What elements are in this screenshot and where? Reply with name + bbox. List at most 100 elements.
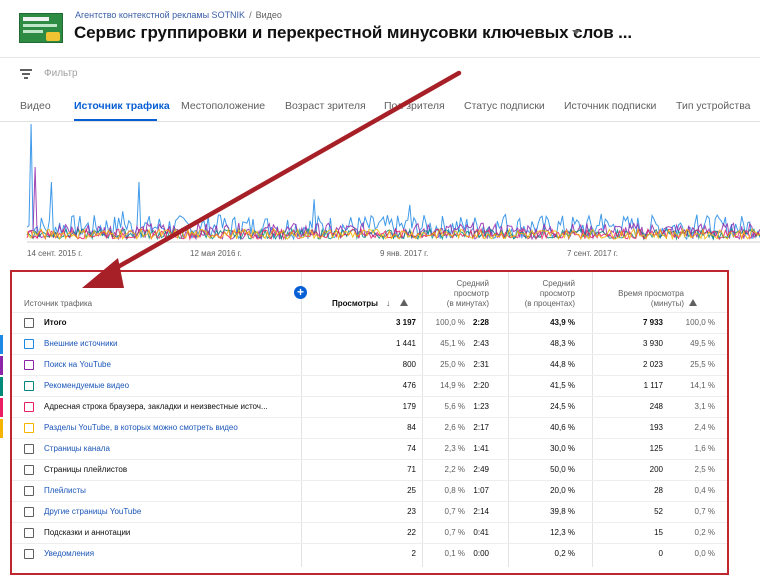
series-color-stripe [0, 377, 3, 396]
source-name[interactable]: Разделы YouTube, в которых можно смотрет… [44, 423, 238, 432]
avg-percent-value: 43,9 % [550, 318, 575, 327]
table-row[interactable]: Подсказки и аннотации 22 0,7 % 0:41 12,3 % 15… [12, 522, 727, 543]
views-percent: 45,1 % [440, 339, 465, 348]
source-name[interactable]: Рекомендуемые видео [44, 381, 129, 390]
row-checkbox[interactable] [24, 339, 34, 349]
table-row[interactable]: Уведомления 2 0,1 % 0:00 0,2 % 0 0,0 % [12, 543, 727, 564]
table-row[interactable]: Страницы канала 74 2,3 % 1:41 30,0 % 125 1,6 % [12, 438, 727, 459]
watch-time-value: 125 [649, 444, 663, 453]
page-header: Агентство контекстной рекламы SOTNIK / Вид… [0, 0, 760, 56]
channel-thumbnail[interactable] [19, 13, 63, 43]
tab-device-type[interactable]: Тип устройства [676, 100, 751, 112]
row-checkbox[interactable] [24, 549, 34, 559]
avg-percent-value: 41,5 % [550, 381, 575, 390]
table-row[interactable]: Другие страницы YouTube 23 0,7 % 2:14 39,8 %… [12, 501, 727, 522]
avg-percent-value: 30,0 % [550, 444, 575, 453]
source-name: Адресная строка браузера, закладки и неи… [44, 402, 268, 411]
page-title[interactable]: Сервис группировки и перекрестной минусо… [74, 23, 632, 43]
avg-duration-value: 1:07 [473, 486, 489, 495]
watch-time-value: 193 [649, 423, 663, 432]
watch-time-value: 7 933 [642, 318, 663, 327]
views-value: 74 [407, 444, 416, 453]
watch-time-value: 2 023 [642, 360, 663, 369]
breadcrumb-channel-link[interactable]: Агентство контекстной рекламы SOTNIK [75, 10, 245, 20]
views-value: 179 [402, 402, 416, 411]
source-name[interactable]: Уведомления [44, 549, 94, 558]
watch-time-percent: 0,4 % [694, 486, 715, 495]
table-row[interactable]: Адресная строка браузера, закладки и неи… [0, 396, 727, 417]
row-checkbox[interactable] [24, 381, 34, 391]
column-header-views[interactable]: Просмотры [332, 299, 378, 309]
views-value: 2 [411, 549, 416, 558]
views-value: 476 [402, 381, 416, 390]
row-checkbox[interactable] [24, 465, 34, 475]
tab-subscription-source[interactable]: Источник подписки [564, 100, 656, 112]
views-value: 22 [407, 528, 416, 537]
views-value: 71 [407, 465, 416, 474]
tab-subscription-status[interactable]: Статус подписки [464, 100, 545, 112]
watch-time-value: 248 [649, 402, 663, 411]
column-header-avg-duration[interactable]: Средний просмотр (в минутах) [447, 279, 489, 309]
filter-icon[interactable] [20, 69, 32, 79]
views-percent: 2,2 % [444, 465, 465, 474]
source-name[interactable]: Плейлисты [44, 486, 86, 495]
row-checkbox[interactable] [24, 486, 34, 496]
x-tick-label: 9 янв. 2017 г. [380, 249, 429, 258]
table-row[interactable]: Страницы плейлистов 71 2,2 % 2:49 50,0 % 200 2… [12, 459, 727, 480]
source-name[interactable]: Другие страницы YouTube [44, 507, 141, 516]
watch-time-percent: 0,7 % [694, 507, 715, 516]
table-row[interactable]: Рекомендуемые видео 476 14,9 % 2:20 41,5 % 1 … [0, 375, 727, 396]
avg-percent-value: 40,6 % [550, 423, 575, 432]
x-tick-label: 14 сент. 2015 г. [27, 249, 83, 258]
table-row[interactable]: Разделы YouTube, в которых можно смотрет… [0, 417, 727, 438]
avg-duration-value: 0:00 [473, 549, 489, 558]
table-total-row[interactable]: Итого 3 197 100,0 % 2:28 43,9 % 7 933 100,0 % [12, 312, 727, 333]
source-name[interactable]: Поиск на YouTube [44, 360, 111, 369]
table-row[interactable]: Внешние источники 1 441 45,1 % 2:43 48,3 % 3 … [0, 333, 727, 354]
table-row[interactable]: Плейлисты 25 0,8 % 1:07 20,0 % 28 0,4 % [12, 480, 727, 501]
column-header-watch-time[interactable]: Время просмотра (минуты) [618, 289, 684, 309]
views-percent: 14,9 % [440, 381, 465, 390]
avg-percent-value: 50,0 % [550, 465, 575, 474]
avg-duration-value: 2:49 [473, 465, 489, 474]
breadcrumb-separator: / [249, 10, 252, 20]
views-value: 23 [407, 507, 416, 516]
views-percent: 25,0 % [440, 360, 465, 369]
row-checkbox[interactable] [24, 402, 34, 412]
watch-time-percent: 100,0 % [685, 318, 715, 327]
views-percent: 5,6 % [444, 402, 465, 411]
tab-viewer-gender[interactable]: Пол зрителя [384, 100, 445, 112]
add-column-icon[interactable]: + [294, 286, 307, 299]
views-value: 1 441 [395, 339, 416, 348]
watch-time-percent: 0,2 % [694, 528, 715, 537]
source-name[interactable]: Страницы канала [44, 444, 110, 453]
watch-time-percent: 0,0 % [694, 549, 715, 558]
tab-viewer-age[interactable]: Возраст зрителя [285, 100, 366, 112]
avg-percent-value: 39,8 % [550, 507, 575, 516]
watch-time-value: 0 [658, 549, 663, 558]
column-header-avg-percent[interactable]: Средний просмотр (в процентах) [525, 279, 575, 309]
table-row[interactable]: Поиск на YouTube 800 25,0 % 2:31 44,8 % 2 023… [0, 354, 727, 375]
views-percent: 0,7 % [444, 528, 465, 537]
filter-bar: Фильтр [0, 57, 760, 89]
watch-time-value: 200 [649, 465, 663, 474]
row-checkbox[interactable] [24, 423, 34, 433]
avg-duration-value: 1:41 [473, 444, 489, 453]
x-tick-label: 12 мая 2016 г. [190, 249, 242, 258]
chevron-down-icon[interactable] [572, 30, 580, 35]
source-name: Страницы плейлистов [44, 465, 128, 474]
tab-traffic-source[interactable]: Источник трафика [74, 100, 170, 112]
row-checkbox[interactable] [24, 528, 34, 538]
tab-video[interactable]: Видео [20, 100, 51, 112]
row-checkbox[interactable] [24, 444, 34, 454]
arrow-down-icon[interactable]: ↓ [386, 298, 391, 308]
filter-input[interactable]: Фильтр [44, 68, 78, 79]
tab-location[interactable]: Местоположение [181, 100, 265, 112]
row-checkbox[interactable] [24, 360, 34, 370]
watch-time-value: 3 930 [642, 339, 663, 348]
source-name[interactable]: Внешние источники [44, 339, 118, 348]
column-header-source[interactable]: Источник трафика [24, 299, 92, 309]
row-checkbox[interactable] [24, 507, 34, 517]
views-percent: 0,1 % [444, 549, 465, 558]
row-checkbox[interactable] [24, 318, 34, 328]
